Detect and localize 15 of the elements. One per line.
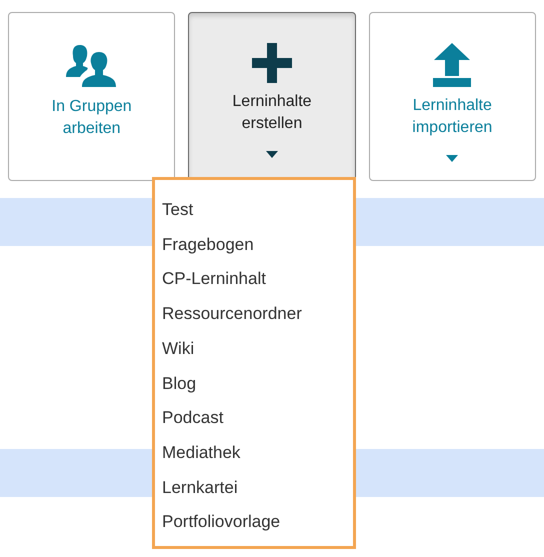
plus-icon	[252, 43, 292, 83]
menu-item[interactable]: Portfoliovorlage	[162, 505, 280, 540]
menu-item[interactable]: Blog	[162, 366, 196, 402]
menu-item[interactable]: Wiki	[162, 332, 194, 367]
action-button[interactable]: In Gruppen arbeiten	[8, 12, 176, 181]
action-button[interactable]: Lerninhalte importieren	[368, 12, 536, 181]
menu-item[interactable]: Fragebogen	[162, 228, 254, 262]
menu-item[interactable]: Mediathek	[162, 436, 240, 471]
menu-item[interactable]: Ressourcenordner	[162, 297, 302, 332]
menu-item[interactable]: Podcast	[162, 401, 224, 436]
menu-item[interactable]: CP-Lerninhalt	[162, 262, 266, 298]
menu-item[interactable]: Test	[162, 193, 194, 228]
menu-item[interactable]: Lernkartei	[162, 470, 238, 506]
people-icon	[66, 43, 118, 88]
upload-icon	[433, 43, 472, 87]
